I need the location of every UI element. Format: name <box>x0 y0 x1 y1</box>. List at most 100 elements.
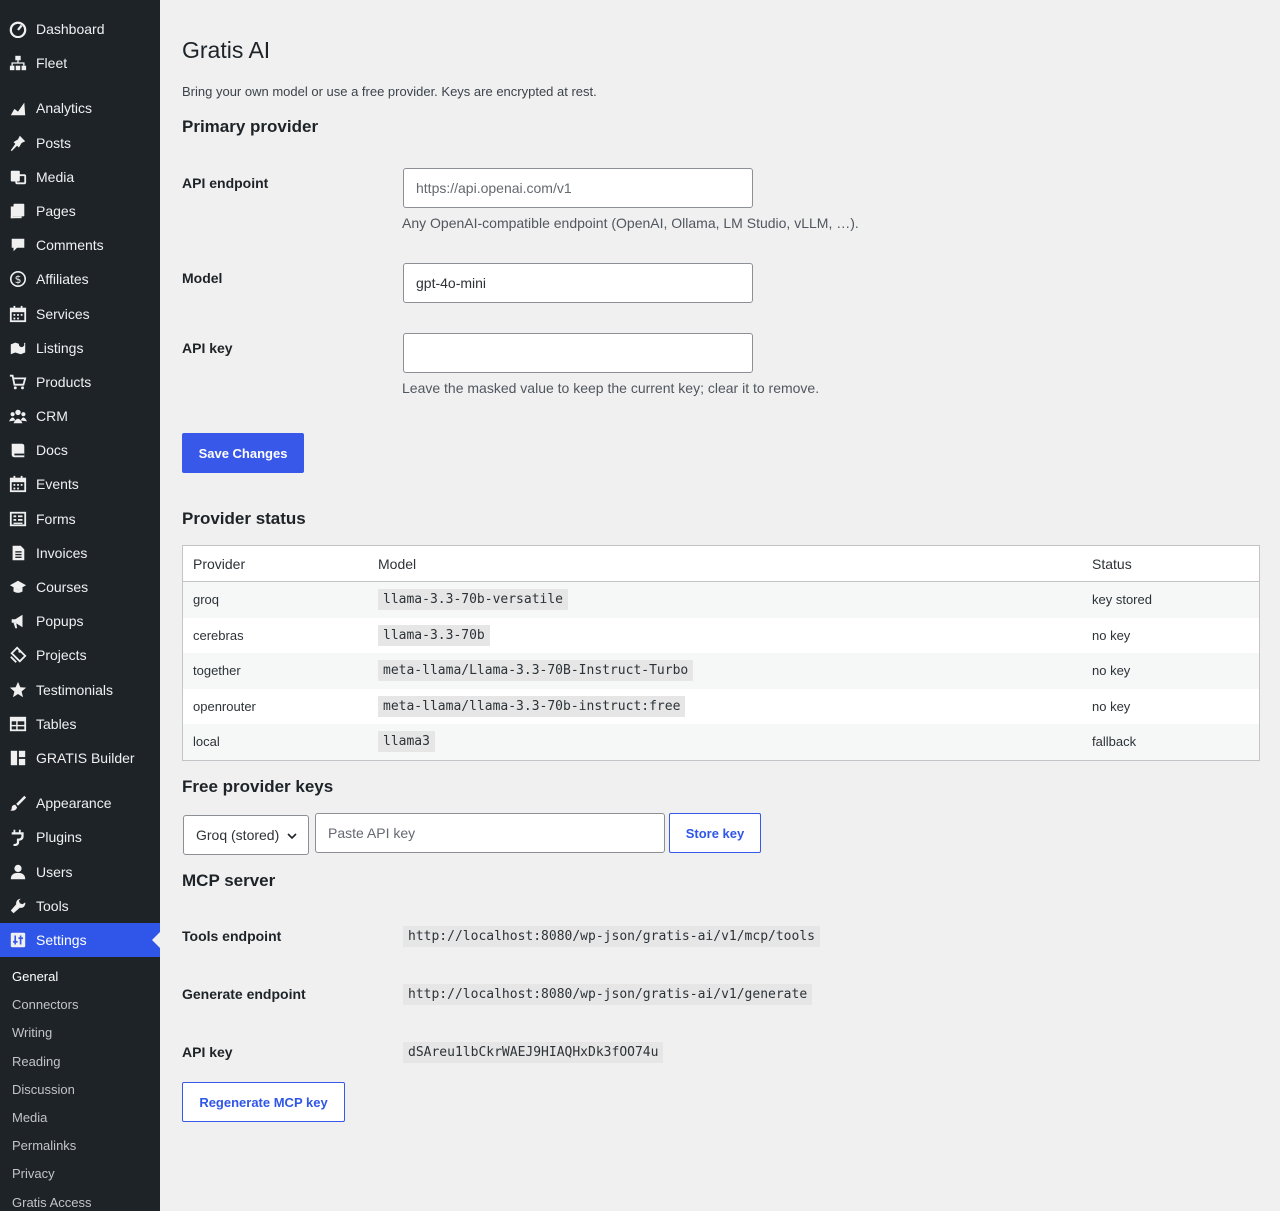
submenu-item-media[interactable]: Media <box>12 1109 47 1127</box>
provider-cell: groq <box>193 592 220 608</box>
sidebar-item-tables[interactable]: Tables <box>0 707 160 741</box>
pages-icon <box>8 201 28 221</box>
sidebar-item-fleet[interactable]: Fleet <box>0 46 160 80</box>
sidebar-item-settings[interactable]: Settings <box>0 923 160 957</box>
submenu-item-permalinks[interactable]: Permalinks <box>12 1137 76 1155</box>
sidebar-item-label: Events <box>36 476 79 492</box>
provider-cell: cerebras <box>193 627 244 643</box>
sidebar-item-label: Dashboard <box>36 21 105 37</box>
sidebar-item-label: Users <box>36 864 73 880</box>
table-row: together meta-llama/Llama-3.3-70B-Instru… <box>183 653 1259 689</box>
mcp-api-key-value: dSAreu1lbCkrWAEJ9HIAQHxDk3fOO74u <box>403 1042 664 1063</box>
store-key-button[interactable]: Store key <box>669 813 761 853</box>
sidebar-item-plugins[interactable]: Plugins <box>0 820 160 854</box>
api-endpoint-help: Any OpenAI-compatible endpoint (OpenAI, … <box>402 215 859 231</box>
sidebar-item-forms[interactable]: Forms <box>0 502 160 536</box>
sidebar-item-testimonials[interactable]: Testimonials <box>0 673 160 707</box>
column-header-model: Model <box>378 555 417 572</box>
sidebar-item-appearance[interactable]: Appearance <box>0 786 160 820</box>
sidebar-item-label: Affiliates <box>36 271 89 287</box>
sidebar-item-label: Products <box>36 374 92 390</box>
model-cell: llama-3.3-70b-versatile <box>378 589 569 611</box>
media-icon <box>8 167 28 187</box>
sidebar-item-analytics[interactable]: Analytics <box>0 91 160 125</box>
submenu-item-connectors[interactable]: Connectors <box>12 996 78 1014</box>
sidebar-item-gratis-builder[interactable]: GRATIS Builder <box>0 741 160 775</box>
sidebar-item-docs[interactable]: Docs <box>0 433 160 467</box>
admin-sidebar: Dashboard Fleet Analytics Posts Media Pages Co… <box>0 0 160 1211</box>
table-row: local llama3 fallback <box>183 724 1259 760</box>
free-provider-keys-heading: Free provider keys <box>182 777 334 796</box>
sidebar-item-popups[interactable]: Popups <box>0 604 160 638</box>
status-cell: no key <box>1092 698 1131 714</box>
sidebar-item-label: Appearance <box>36 795 112 811</box>
api-key-input[interactable] <box>403 333 753 373</box>
table-header: Provider Model Status <box>183 546 1259 582</box>
education-icon <box>8 577 28 597</box>
sidebar-item-affiliates[interactable]: $ Affiliates <box>0 262 160 296</box>
book-icon <box>8 440 28 460</box>
status-cell: no key <box>1092 627 1131 643</box>
api-endpoint-input[interactable] <box>403 168 753 208</box>
calendar-icon <box>8 474 28 494</box>
submenu-item-reading[interactable]: Reading <box>12 1053 60 1071</box>
chart-icon <box>8 98 28 118</box>
sidebar-item-users[interactable]: Users <box>0 855 160 889</box>
sidebar-item-label: Analytics <box>36 100 93 116</box>
sidebar-item-courses[interactable]: Courses <box>0 570 160 604</box>
sidebar-item-label: Listings <box>36 340 84 356</box>
api-key-help: Leave the masked value to keep the curre… <box>402 380 820 396</box>
model-input[interactable] <box>403 263 753 303</box>
wrench-icon <box>8 896 28 916</box>
star-icon <box>8 680 28 700</box>
regenerate-mcp-key-button[interactable]: Regenerate MCP key <box>182 1082 345 1122</box>
dollar-icon: $ <box>8 269 28 289</box>
comment-icon <box>8 235 28 255</box>
settings-icon <box>8 930 28 950</box>
sidebar-item-invoices[interactable]: Invoices <box>0 536 160 570</box>
paste-api-key-input[interactable] <box>315 813 665 853</box>
sidebar-item-label: Services <box>36 306 90 322</box>
mcp-server-heading: MCP server <box>182 871 276 890</box>
sidebar-item-crm[interactable]: CRM <box>0 399 160 433</box>
provider-status-heading: Provider status <box>182 509 306 528</box>
sidebar-item-products[interactable]: Products <box>0 365 160 399</box>
model-cell: llama3 <box>378 731 435 753</box>
model-cell: llama-3.3-70b <box>378 624 490 646</box>
provider-select[interactable]: Groq (stored) <box>183 815 309 855</box>
tools-endpoint-value: http://localhost:8080/wp-json/gratis-ai/… <box>403 926 820 947</box>
sidebar-item-label: Invoices <box>36 545 88 561</box>
sidebar-item-label: Courses <box>36 579 89 595</box>
sidebar-item-label: Tools <box>36 898 69 914</box>
sidebar-item-services[interactable]: Services <box>0 297 160 331</box>
layout-icon <box>8 748 28 768</box>
submenu-item-writing[interactable]: Writing <box>12 1024 52 1042</box>
sidebar-item-media[interactable]: Media <box>0 160 160 194</box>
sidebar-item-tools[interactable]: Tools <box>0 889 160 923</box>
sidebar-item-projects[interactable]: Projects <box>0 638 160 672</box>
sidebar-item-label: Settings <box>36 932 87 948</box>
submenu-item-gratis-access[interactable]: Gratis Access <box>12 1194 91 1211</box>
map-icon <box>8 338 28 358</box>
pin-icon <box>8 133 28 153</box>
tools-endpoint-label: Tools endpoint <box>182 928 282 944</box>
provider-status-table: Provider Model Status groq llama-3.3-70b… <box>182 545 1260 761</box>
sidebar-item-label: Testimonials <box>36 682 114 698</box>
sidebar-item-dashboard[interactable]: Dashboard <box>0 12 160 46</box>
dashboard-icon <box>8 19 28 39</box>
sidebar-item-label: Pages <box>36 203 76 219</box>
sidebar-item-events[interactable]: Events <box>0 467 160 501</box>
table-icon <box>8 714 28 734</box>
submenu-item-general[interactable]: General <box>12 968 58 986</box>
sidebar-item-posts[interactable]: Posts <box>0 126 160 160</box>
submenu-item-discussion[interactable]: Discussion <box>12 1081 75 1099</box>
user-icon <box>8 862 28 882</box>
submenu-item-privacy[interactable]: Privacy <box>12 1165 55 1183</box>
generate-endpoint-label: Generate endpoint <box>182 986 306 1002</box>
sidebar-item-pages[interactable]: Pages <box>0 194 160 228</box>
sidebar-item-listings[interactable]: Listings <box>0 331 160 365</box>
provider-cell: together <box>193 663 241 679</box>
sidebar-item-comments[interactable]: Comments <box>0 228 160 262</box>
save-changes-button[interactable]: Save Changes <box>182 433 304 473</box>
portfolio-icon <box>8 645 28 665</box>
